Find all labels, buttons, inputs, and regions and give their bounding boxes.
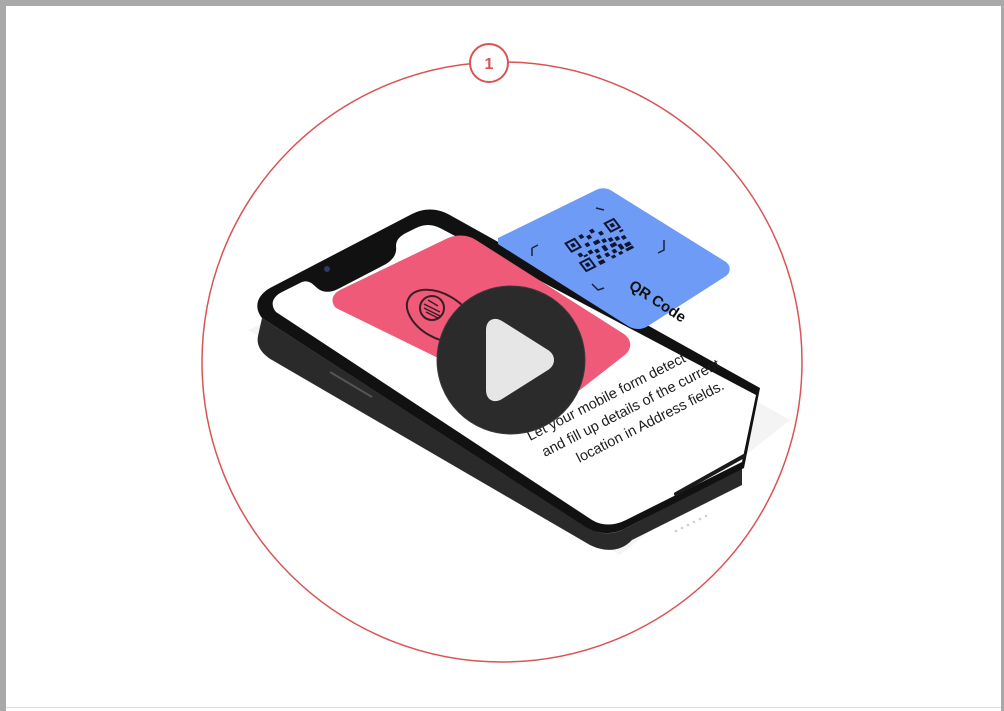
camera-icon [324,266,330,272]
speaker-grille [674,514,708,533]
step-badge: 1 [469,43,509,83]
feature-illustration: 1 Let your mobile form detect and fill u… [201,43,803,663]
play-button[interactable] [436,285,586,435]
step-number: 1 [485,56,494,73]
